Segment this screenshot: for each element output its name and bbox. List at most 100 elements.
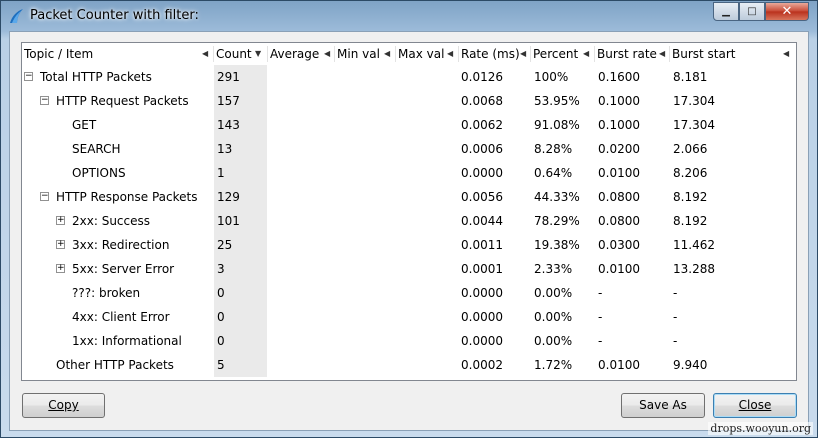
maximize-button[interactable]: □ bbox=[739, 2, 765, 21]
count-cell: 1 bbox=[217, 166, 225, 180]
close-button[interactable]: Close bbox=[713, 393, 797, 418]
burst-start-cell: 2.066 bbox=[673, 142, 708, 156]
burst-rate-cell: 0.1600 bbox=[598, 70, 640, 84]
sort-down-icon: ▼ bbox=[255, 49, 262, 58]
topic-cell: ???: broken bbox=[72, 286, 141, 300]
column-burst-start[interactable]: Burst start bbox=[670, 43, 796, 65]
minimize-icon: ▁ bbox=[722, 6, 730, 17]
expand-icon[interactable]: + bbox=[56, 264, 65, 273]
burst-start-cell: 9.940 bbox=[673, 358, 708, 372]
rate-cell: 0.0000 bbox=[461, 310, 503, 324]
minimize-button[interactable]: ▁ bbox=[713, 2, 739, 21]
topic-cell: 4xx: Client Error bbox=[72, 310, 170, 324]
watermark: drops.wooyun.org bbox=[708, 422, 813, 435]
collapse-icon[interactable]: − bbox=[40, 96, 49, 105]
count-cell: 291 bbox=[217, 70, 240, 84]
percent-cell: 8.28% bbox=[534, 142, 573, 156]
table-row[interactable]: − Total HTTP Packets 291 0.0126 100% 0.1600 8.… bbox=[22, 65, 796, 89]
sort-left-icon: ◀ bbox=[202, 49, 209, 58]
percent-cell: 91.08% bbox=[534, 118, 580, 132]
close-window-button[interactable]: ✕ bbox=[765, 2, 809, 21]
table-row[interactable]: 4xx: Client Error 0 0.0000 0.00% - - bbox=[22, 305, 796, 329]
percent-cell: 0.00% bbox=[534, 334, 573, 348]
burst-start-cell: 11.462 bbox=[673, 238, 715, 252]
count-cell: 5 bbox=[217, 358, 225, 372]
burst-start-cell: 8.192 bbox=[673, 190, 708, 204]
table-row[interactable]: OPTIONS 1 0.0000 0.64% 0.0100 8.206 bbox=[22, 161, 796, 185]
burst-start-cell: 8.181 bbox=[673, 70, 708, 84]
count-cell: 25 bbox=[217, 238, 233, 252]
burst-rate-cell: 0.0100 bbox=[598, 262, 640, 276]
stats-tree[interactable]: Topic / Item ◀ Count ▼ Average ◀ Min val… bbox=[21, 42, 797, 381]
topic-cell: Other HTTP Packets bbox=[56, 358, 174, 372]
burst-rate-cell: - bbox=[598, 286, 603, 300]
sort-left-icon: ◀ bbox=[583, 49, 590, 58]
count-cell: 101 bbox=[217, 214, 240, 228]
percent-cell: 0.64% bbox=[534, 166, 573, 180]
topic-cell: 3xx: Redirection bbox=[72, 238, 170, 252]
burst-rate-cell: 0.0800 bbox=[598, 190, 640, 204]
collapse-icon[interactable]: − bbox=[24, 72, 33, 81]
percent-cell: 19.38% bbox=[534, 238, 580, 252]
window-controls: ▁ □ ✕ bbox=[713, 2, 809, 21]
expand-icon[interactable]: + bbox=[56, 216, 65, 225]
table-row[interactable]: ???: broken 0 0.0000 0.00% - - bbox=[22, 281, 796, 305]
table-row[interactable]: − HTTP Response Packets 129 0.0056 44.33% 0.0… bbox=[22, 185, 796, 209]
percent-cell: 2.33% bbox=[534, 262, 573, 276]
wireshark-fin-icon bbox=[10, 9, 23, 23]
sort-left-icon: ◀ bbox=[520, 49, 527, 58]
table-row[interactable]: +5xx: Server Error 3 0.0001 2.33% 0.0100 13.2… bbox=[22, 257, 796, 281]
packet-counter-window: Packet Counter with filter: ▁ □ ✕ Topic … bbox=[0, 0, 818, 438]
sort-left-icon: ◀ bbox=[324, 49, 331, 58]
dialog-client-area: Topic / Item ◀ Count ▼ Average ◀ Min val… bbox=[9, 31, 809, 431]
count-cell: 0 bbox=[217, 286, 225, 300]
rate-cell: 0.0062 bbox=[461, 118, 503, 132]
topic-cell: GET bbox=[72, 118, 97, 132]
close-icon: ✕ bbox=[781, 4, 793, 19]
window-title: Packet Counter with filter: bbox=[30, 8, 199, 23]
topic-cell: 5xx: Server Error bbox=[72, 262, 175, 276]
title-bar[interactable]: Packet Counter with filter: ▁ □ ✕ bbox=[1, 1, 817, 31]
percent-cell: 0.00% bbox=[534, 286, 573, 300]
table-row[interactable]: SEARCH 13 0.0006 8.28% 0.0200 2.066 bbox=[22, 137, 796, 161]
count-cell: 143 bbox=[217, 118, 240, 132]
burst-rate-cell: - bbox=[598, 310, 603, 324]
expand-icon[interactable]: + bbox=[56, 240, 65, 249]
rate-cell: 0.0044 bbox=[461, 214, 503, 228]
burst-rate-cell: 0.1000 bbox=[598, 118, 640, 132]
topic-cell: 2xx: Success bbox=[72, 214, 150, 228]
topic-cell: HTTP Request Packets bbox=[56, 94, 189, 108]
save-as-button[interactable]: Save As bbox=[621, 393, 705, 418]
table-row[interactable]: 1xx: Informational 0 0.0000 0.00% - - bbox=[22, 329, 796, 353]
rate-cell: 0.0068 bbox=[461, 94, 503, 108]
percent-cell: 44.33% bbox=[534, 190, 580, 204]
collapse-icon[interactable]: − bbox=[40, 192, 49, 201]
topic-cell: HTTP Response Packets bbox=[56, 190, 198, 204]
percent-cell: 53.95% bbox=[534, 94, 580, 108]
percent-cell: 1.72% bbox=[534, 358, 573, 372]
rate-cell: 0.0000 bbox=[461, 166, 503, 180]
count-cell: 3 bbox=[217, 262, 225, 276]
table-row[interactable]: − HTTP Request Packets 157 0.0068 53.95% 0.10… bbox=[22, 89, 796, 113]
rate-cell: 0.0011 bbox=[461, 238, 503, 252]
column-header: Topic / Item ◀ Count ▼ Average ◀ Min val… bbox=[22, 43, 796, 65]
copy-button[interactable]: Copy bbox=[22, 393, 105, 418]
column-topic[interactable]: Topic / Item bbox=[22, 43, 214, 65]
sort-left-icon: ◀ bbox=[447, 49, 454, 58]
count-cell: 157 bbox=[217, 94, 240, 108]
table-row[interactable]: +2xx: Success 101 0.0044 78.29% 0.0800 8.192 bbox=[22, 209, 796, 233]
rate-cell: 0.0126 bbox=[461, 70, 503, 84]
rate-cell: 0.0006 bbox=[461, 142, 503, 156]
sort-left-icon: ◀ bbox=[384, 49, 391, 58]
table-row[interactable]: +3xx: Redirection 25 0.0011 19.38% 0.0300 11.… bbox=[22, 233, 796, 257]
table-row[interactable]: GET 143 0.0062 91.08% 0.1000 17.304 bbox=[22, 113, 796, 137]
burst-start-cell: 13.288 bbox=[673, 262, 715, 276]
burst-rate-cell: 0.0800 bbox=[598, 214, 640, 228]
burst-start-cell: 17.304 bbox=[673, 118, 715, 132]
sort-left-icon: ◀ bbox=[783, 49, 790, 58]
burst-start-cell: - bbox=[673, 286, 678, 300]
burst-rate-cell: 0.0100 bbox=[598, 166, 640, 180]
burst-rate-cell: 0.0200 bbox=[598, 142, 640, 156]
table-row[interactable]: Other HTTP Packets 5 0.0002 1.72% 0.0100 9.94… bbox=[22, 353, 796, 377]
count-cell: 0 bbox=[217, 310, 225, 324]
